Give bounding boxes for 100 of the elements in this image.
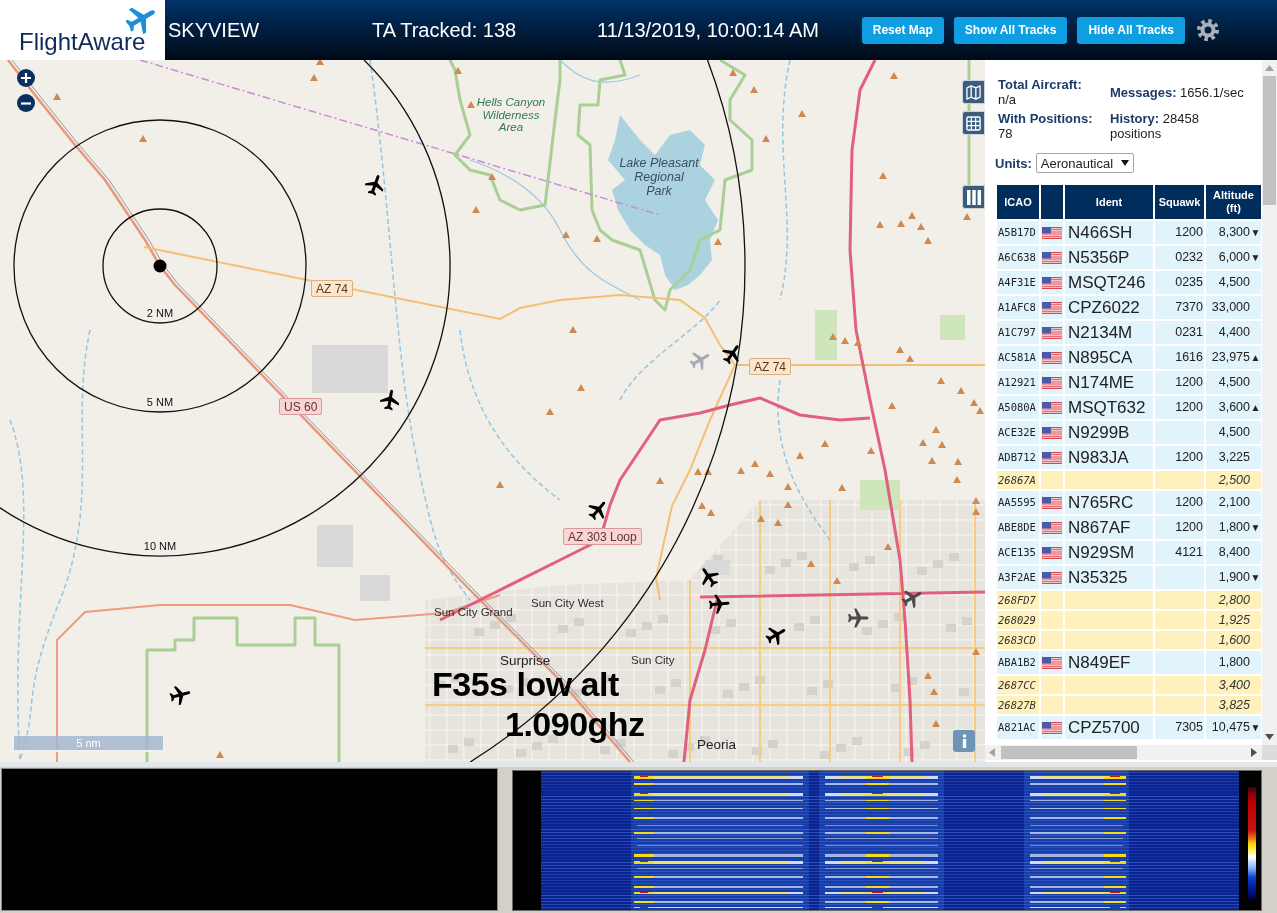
scale-bar: 5 nm bbox=[12, 736, 165, 752]
column-header[interactable]: Squawk bbox=[1155, 185, 1204, 219]
zoom-out-button[interactable] bbox=[17, 94, 35, 112]
altitude-text: 2,100 bbox=[1217, 496, 1250, 509]
table-cell bbox=[1041, 471, 1063, 489]
trend-arrow: ▼ bbox=[1250, 522, 1261, 533]
altitude-text: 23,975 bbox=[1210, 351, 1250, 364]
table-cell: N983JA bbox=[1065, 446, 1153, 469]
place-label: Sun City bbox=[631, 655, 675, 667]
table-cell: A3F2AE bbox=[997, 566, 1039, 589]
info-icon bbox=[961, 734, 967, 748]
table-cell: 2687CC bbox=[997, 676, 1039, 694]
altitude-text: 4,500 bbox=[1217, 376, 1250, 389]
altitude-text: 3,825 bbox=[1217, 698, 1250, 712]
altitude-text: 6,000 bbox=[1217, 251, 1250, 264]
info-button[interactable] bbox=[953, 730, 975, 752]
table-cell: 0235 bbox=[1155, 271, 1204, 294]
table-cell bbox=[1155, 566, 1204, 589]
table-cell: 0232 bbox=[1155, 246, 1204, 269]
altitude-text: 3,400 bbox=[1217, 678, 1250, 692]
color-scale-icon bbox=[1248, 787, 1256, 900]
vertical-scrollbar[interactable] bbox=[1262, 60, 1277, 745]
units-dropdown[interactable]: Aeronautical bbox=[1035, 153, 1134, 173]
stat-text: History: 28458 positions bbox=[1110, 111, 1200, 141]
table-cell: 1200 bbox=[1155, 516, 1204, 539]
table-cell: A6C638 bbox=[997, 246, 1039, 269]
table-cell: A4F31E bbox=[997, 271, 1039, 294]
table-cell: A5080A bbox=[997, 396, 1039, 419]
tracked-count: TA Tracked: 138 bbox=[372, 20, 518, 40]
altitude-text: 1,800 bbox=[1217, 656, 1250, 669]
us-flag-icon bbox=[1042, 376, 1062, 389]
trend-arrow: ▲ bbox=[1250, 352, 1261, 363]
scroll-right-arrow-icon[interactable] bbox=[1251, 748, 1257, 757]
us-flag-icon bbox=[1042, 546, 1062, 559]
receiver-dot-icon bbox=[153, 259, 167, 273]
trend-arrow: ▼ bbox=[1250, 722, 1261, 733]
us-flag-icon bbox=[1042, 656, 1062, 669]
table-cell bbox=[1041, 631, 1063, 649]
us-flag-icon bbox=[1042, 326, 1062, 339]
airplane-icon[interactable] bbox=[168, 683, 192, 707]
table-cell: 2683CD bbox=[997, 631, 1039, 649]
us-flag-icon bbox=[1042, 351, 1062, 364]
place-label: Sun City Grand bbox=[434, 607, 513, 619]
grid-button[interactable] bbox=[962, 111, 985, 135]
table-cell: CPZ5700 bbox=[1065, 716, 1153, 739]
table-cell: N174ME bbox=[1065, 371, 1153, 394]
horizontal-scrollbar[interactable] bbox=[985, 745, 1262, 760]
range-ring-label: 2 NM bbox=[146, 308, 174, 319]
zoom-in-button[interactable] bbox=[17, 69, 35, 87]
table-cell: 7370 bbox=[1155, 296, 1204, 319]
column-header[interactable]: Altitude (ft) bbox=[1206, 185, 1261, 219]
units-label: Units: bbox=[995, 156, 1032, 170]
road-shield: AZ 74 bbox=[749, 358, 791, 375]
trend-arrow: ▲ bbox=[1250, 402, 1261, 413]
settings-icon[interactable] bbox=[1197, 19, 1219, 41]
stat-text: Messages: 1656.1/sec bbox=[1110, 84, 1245, 100]
road-shield: AZ 303 Loop bbox=[563, 528, 642, 545]
us-flag-icon bbox=[1042, 426, 1062, 439]
table-cell: N2134M bbox=[1065, 321, 1153, 344]
map-layers-button[interactable] bbox=[962, 80, 985, 104]
altitude-text: 1,600 bbox=[1217, 633, 1250, 647]
scrollbar-thumb[interactable] bbox=[1001, 746, 1137, 759]
date-time: 11/13/2019, 10:00:14 AM bbox=[597, 20, 820, 40]
airplane-icon[interactable] bbox=[378, 388, 402, 412]
us-flag-icon bbox=[1042, 276, 1062, 289]
altitude-text: 1,925 bbox=[1217, 613, 1250, 627]
airplane-icon[interactable] bbox=[846, 606, 870, 630]
altitude-text: 1,800 bbox=[1217, 521, 1250, 534]
table-cell bbox=[1041, 591, 1063, 609]
range-ring-label: 10 NM bbox=[143, 541, 177, 552]
table-cell: N765RC bbox=[1065, 491, 1153, 514]
table-cell: AA5595 bbox=[997, 491, 1039, 514]
us-flag-icon bbox=[1042, 226, 1062, 239]
table-cell: N9299B bbox=[1065, 421, 1153, 444]
trend-arrow: ▼ bbox=[1250, 227, 1261, 238]
table-cell bbox=[1155, 421, 1204, 444]
scroll-down-arrow-icon[interactable] bbox=[1265, 734, 1274, 740]
altitude-text: 2,500 bbox=[1217, 473, 1250, 487]
columns-button[interactable] bbox=[962, 185, 985, 209]
table-cell: A12921 bbox=[997, 371, 1039, 394]
altitude-text: 8,400 bbox=[1217, 546, 1250, 559]
airplane-icon[interactable] bbox=[707, 592, 731, 616]
us-flag-icon bbox=[1042, 521, 1062, 534]
table-cell: N5356P bbox=[1065, 246, 1153, 269]
us-flag-icon bbox=[1042, 251, 1062, 264]
column-header[interactable]: ICAO bbox=[997, 185, 1039, 219]
scrollbar-thumb[interactable] bbox=[1263, 76, 1276, 205]
table-cell: MSQT246 bbox=[1065, 271, 1153, 294]
table-cell bbox=[1155, 591, 1204, 609]
table-cell: A5B17D bbox=[997, 221, 1039, 244]
trend-arrow: ▼ bbox=[1250, 572, 1261, 583]
table-cell bbox=[1155, 696, 1204, 714]
table-cell: A1C797 bbox=[997, 321, 1039, 344]
place-label: Surprise bbox=[500, 654, 551, 668]
table-cell: 1200 bbox=[1155, 221, 1204, 244]
plus-icon bbox=[21, 73, 31, 83]
table-cell: 1200 bbox=[1155, 491, 1204, 514]
us-flag-icon bbox=[1042, 571, 1062, 584]
column-header[interactable]: Ident bbox=[1065, 185, 1153, 219]
table-cell: 268029 bbox=[997, 611, 1039, 629]
